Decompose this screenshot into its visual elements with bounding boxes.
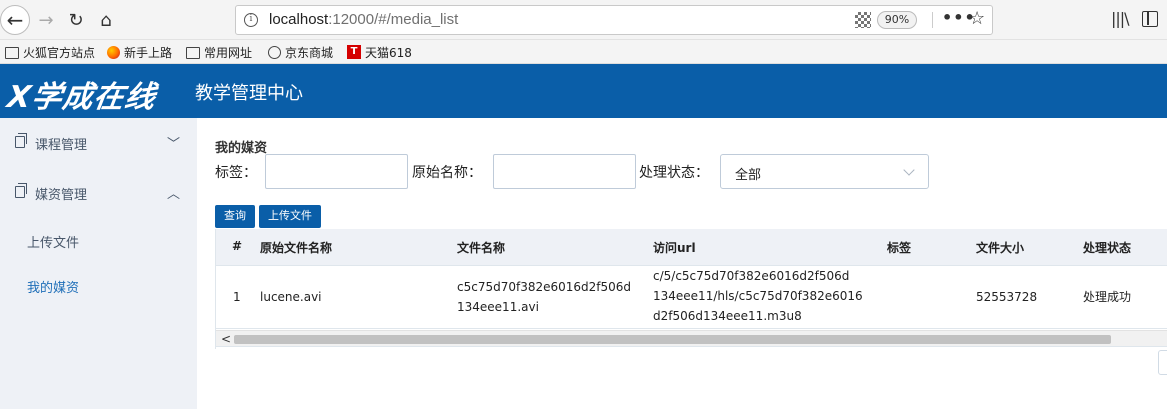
bookmark-link[interactable]: 京东商城 [268,43,333,61]
bookmark-link[interactable]: T 天猫618 [347,43,412,61]
column-header[interactable]: 原始文件名称 [260,239,332,256]
bookmark-label: 京东商城 [285,45,334,60]
url-path: :12000/#/media_list [328,11,459,28]
sidebar-group-label: 媒资管理 [35,188,88,203]
app-header: X学成在线 教学管理中心 [0,64,1167,118]
sidebar-item-my-media[interactable]: 我的媒资 [0,263,197,307]
query-button[interactable]: 查询 [215,205,255,228]
bookmarks-bar: 火狐官方站点 新手上路 常用网址 京东商城 T 天猫618 [0,40,1167,64]
info-icon[interactable]: i [244,13,258,27]
chevron-down-icon [903,164,915,176]
url-text[interactable]: localhost:12000/#/media_list [269,11,458,28]
status-label: 处理状态： [639,165,709,181]
upload-file-button[interactable]: 上传文件 [259,205,321,228]
access-url-line: c/5/c5c75d70f382e6016d2f506d [653,269,850,283]
zoom-badge[interactable]: 90% [877,11,917,29]
library-icon[interactable]: |||\ [1111,9,1130,28]
bookmark-label: 天猫618 [365,45,412,60]
column-header[interactable]: 访问url [653,239,696,256]
bookmark-folder[interactable]: 常用网址 [186,43,252,61]
process-status: 处理成功 [1083,290,1132,304]
sidebar-group-label: 课程管理 [35,138,88,153]
file-size: 52553728 [976,290,1038,304]
file-name-line: c5c75d70f382e6016d2f506d [457,280,632,294]
chevron-up-icon: ︿ [167,187,181,202]
column-header[interactable]: 文件名称 [457,239,505,256]
address-bar[interactable]: i localhost:12000/#/media_list 90% ••• ☆ [235,5,993,35]
qr-code-icon[interactable] [855,12,871,28]
forward-arrow-icon[interactable]: → [32,6,60,34]
sidebar-toggle-icon[interactable] [1142,11,1158,27]
scrollbar-thumb[interactable] [234,335,1111,344]
folder-icon [186,47,200,59]
original-name-label: 原始名称： [412,165,482,181]
browser-toolbar: ← → ↻ ⌂ i localhost:12000/#/media_list 9… [0,0,1167,40]
logo-text: 学成在线 [29,80,159,115]
divider [932,12,933,28]
sidebar-item-label: 我的媒资 [27,281,80,296]
bookmark-label: 常用网址 [204,45,253,60]
bookmark-label: 火狐官方站点 [23,45,96,60]
sidebar-group-media[interactable]: 媒资管理 ︿ [0,168,197,218]
scroll-left-arrow-icon[interactable]: < [221,331,231,347]
sidebar-group-course[interactable]: 课程管理 ﹀ [0,118,197,168]
file-name-line: 134eee11.avi [457,300,539,314]
pagination-edge[interactable] [1158,350,1167,375]
logo[interactable]: X学成在线 [5,72,159,116]
media-table: # 原始文件名称 文件名称 访问url 标签 文件大小 处理状态 1 lucen… [215,229,1167,349]
access-url-line: d2f506d134eee11.m3u8 [653,309,802,323]
url-host: localhost [269,11,329,28]
star-icon[interactable]: ☆ [969,8,985,29]
tag-input[interactable] [265,154,408,189]
column-header[interactable]: # [232,239,242,253]
table-row[interactable]: 1 lucene.avi c5c75d70f382e6016d2f506d 13… [216,266,1167,329]
horizontal-scrollbar[interactable]: < [216,330,1167,347]
chevron-down-icon: ﹀ [167,137,181,152]
access-url-line: 134eee11/hls/c5c75d70f382e6016 [653,289,863,303]
column-header[interactable]: 标签 [887,239,911,256]
bookmark-link[interactable]: 新手上路 [107,43,172,61]
column-header[interactable]: 文件大小 [976,239,1024,256]
folder-icon [5,47,19,59]
tag-label: 标签： [215,165,257,181]
firefox-icon [107,45,120,59]
globe-icon [268,45,281,59]
document-icon [15,183,27,198]
status-select[interactable]: 全部 [720,154,929,189]
document-icon [15,133,27,148]
status-select-value: 全部 [735,168,762,183]
bookmark-label: 新手上路 [124,45,173,60]
original-name-input[interactable] [493,154,636,189]
sidebar-item-label: 上传文件 [27,236,80,251]
column-header[interactable]: 处理状态 [1083,239,1131,256]
row-index: 1 [233,290,241,304]
home-icon[interactable]: ⌂ [92,6,120,34]
original-file-name: lucene.avi [260,290,322,304]
back-arrow-icon[interactable]: ← [0,5,30,35]
reload-icon[interactable]: ↻ [62,6,90,34]
app-subtitle: 教学管理中心 [195,83,303,104]
bookmark-folder[interactable]: 火狐官方站点 [5,43,95,61]
sidebar: 课程管理 ﹀ 媒资管理 ︿ 上传文件 我的媒资 [0,118,197,409]
page-title: 我的媒资 [215,141,268,156]
tmall-icon: T [347,45,361,59]
sidebar-item-upload[interactable]: 上传文件 [0,218,197,262]
table-header: # 原始文件名称 文件名称 访问url 标签 文件大小 处理状态 [216,229,1167,266]
